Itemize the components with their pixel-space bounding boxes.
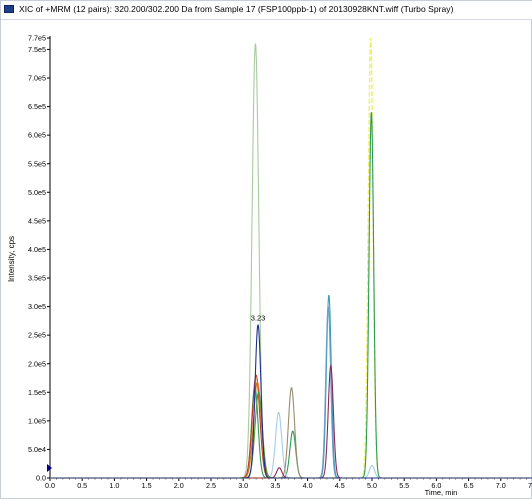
- x-tick-label: 2.5: [206, 481, 216, 490]
- chromatogram-window-icon: [4, 5, 14, 13]
- chromatogram-trace-1: [50, 43, 532, 479]
- chromatogram-trace-11: [50, 391, 532, 479]
- x-tick-label: 1.5: [142, 481, 152, 490]
- chart-annotations: 3.23: [251, 314, 266, 323]
- chart-title-text: XIC of +MRM (12 pairs): 320.200/302.200 …: [19, 4, 454, 14]
- y-tick-label: 1.5e5: [28, 388, 46, 397]
- chromatogram-trace-2: [50, 37, 532, 479]
- chromatogram-trace-3: [50, 112, 532, 479]
- x-tick-label: 1.0: [109, 481, 119, 490]
- y-tick-label: 5.0e5: [28, 188, 46, 197]
- y-axis-ticks: 0.05.0e41.0e51.5e52.0e52.5e53.0e53.5e54.…: [28, 34, 50, 483]
- y-tick-label: 5.5e5: [28, 159, 46, 168]
- x-axis-label: Time, min: [425, 488, 458, 497]
- chart-axes: [49, 36, 532, 479]
- chromatogram-trace-8: [50, 364, 532, 479]
- y-tick-label: 3.5e5: [28, 274, 46, 283]
- y-tick-label: 7.5e5: [28, 45, 46, 54]
- chromatogram-window: XIC of +MRM (12 pairs): 320.200/302.200 …: [0, 0, 532, 499]
- y-tick-label: 5.0e4: [28, 445, 46, 454]
- x-tick-label: 2.0: [174, 481, 184, 490]
- peak-rt-label: 3.23: [251, 314, 266, 323]
- y-tick-label: 6.0e5: [28, 131, 46, 140]
- chromatogram-trace-6: [50, 411, 532, 479]
- y-tick-label: 7.7e5: [28, 34, 46, 43]
- x-tick-label: 5.5: [399, 481, 409, 490]
- chromatogram-trace-7: [50, 387, 532, 479]
- x-tick-label: 5.0: [367, 481, 377, 490]
- x-tick-label: 0.0: [45, 481, 55, 490]
- y-tick-label: 6.5e5: [28, 102, 46, 111]
- y-tick-label: 3.0e5: [28, 302, 46, 311]
- chromatogram-trace-4: [50, 294, 532, 479]
- x-tick-label: 4.0: [303, 481, 313, 490]
- chromatogram-trace-12: [50, 324, 532, 479]
- chromatogram-trace-10: [50, 381, 532, 479]
- y-tick-label: 2.0e5: [28, 359, 46, 368]
- x-tick-label: 0.5: [77, 481, 87, 490]
- x-tick-label: 7.0: [496, 481, 506, 490]
- y-tick-label: 2.5e5: [28, 331, 46, 340]
- chromatogram-traces: [50, 37, 532, 479]
- x-tick-label: 4.5: [335, 481, 345, 490]
- x-tick-label: 3.5: [270, 481, 280, 490]
- y-axis-label: Intensity, cps: [7, 236, 16, 282]
- y-tick-label: 4.0e5: [28, 245, 46, 254]
- x-tick-label: 3.0: [238, 481, 248, 490]
- x-tick-label: 7.5: [528, 481, 532, 490]
- y-tick-label: 1.0e5: [28, 416, 46, 425]
- x-axis-ticks: 0.0 0.5 1.0 1.5 2.0 2.5 3.0 3.5 4.0 4.5 5.0 5.5 6.0 6…: [45, 478, 532, 490]
- y-tick-label: 7.0e5: [28, 74, 46, 83]
- y-tick-label: 4.5e5: [28, 216, 46, 225]
- chromatogram-chart[interactable]: 0.0 5.0e4 1.0e5 1.5e5 2.0e5 2.5e5 3.0e5 3.5e5 4.…: [1, 19, 532, 500]
- x-tick-label: 6.5: [464, 481, 474, 490]
- chart-title-bar: XIC of +MRM (12 pairs): 320.200/302.200 …: [1, 1, 532, 20]
